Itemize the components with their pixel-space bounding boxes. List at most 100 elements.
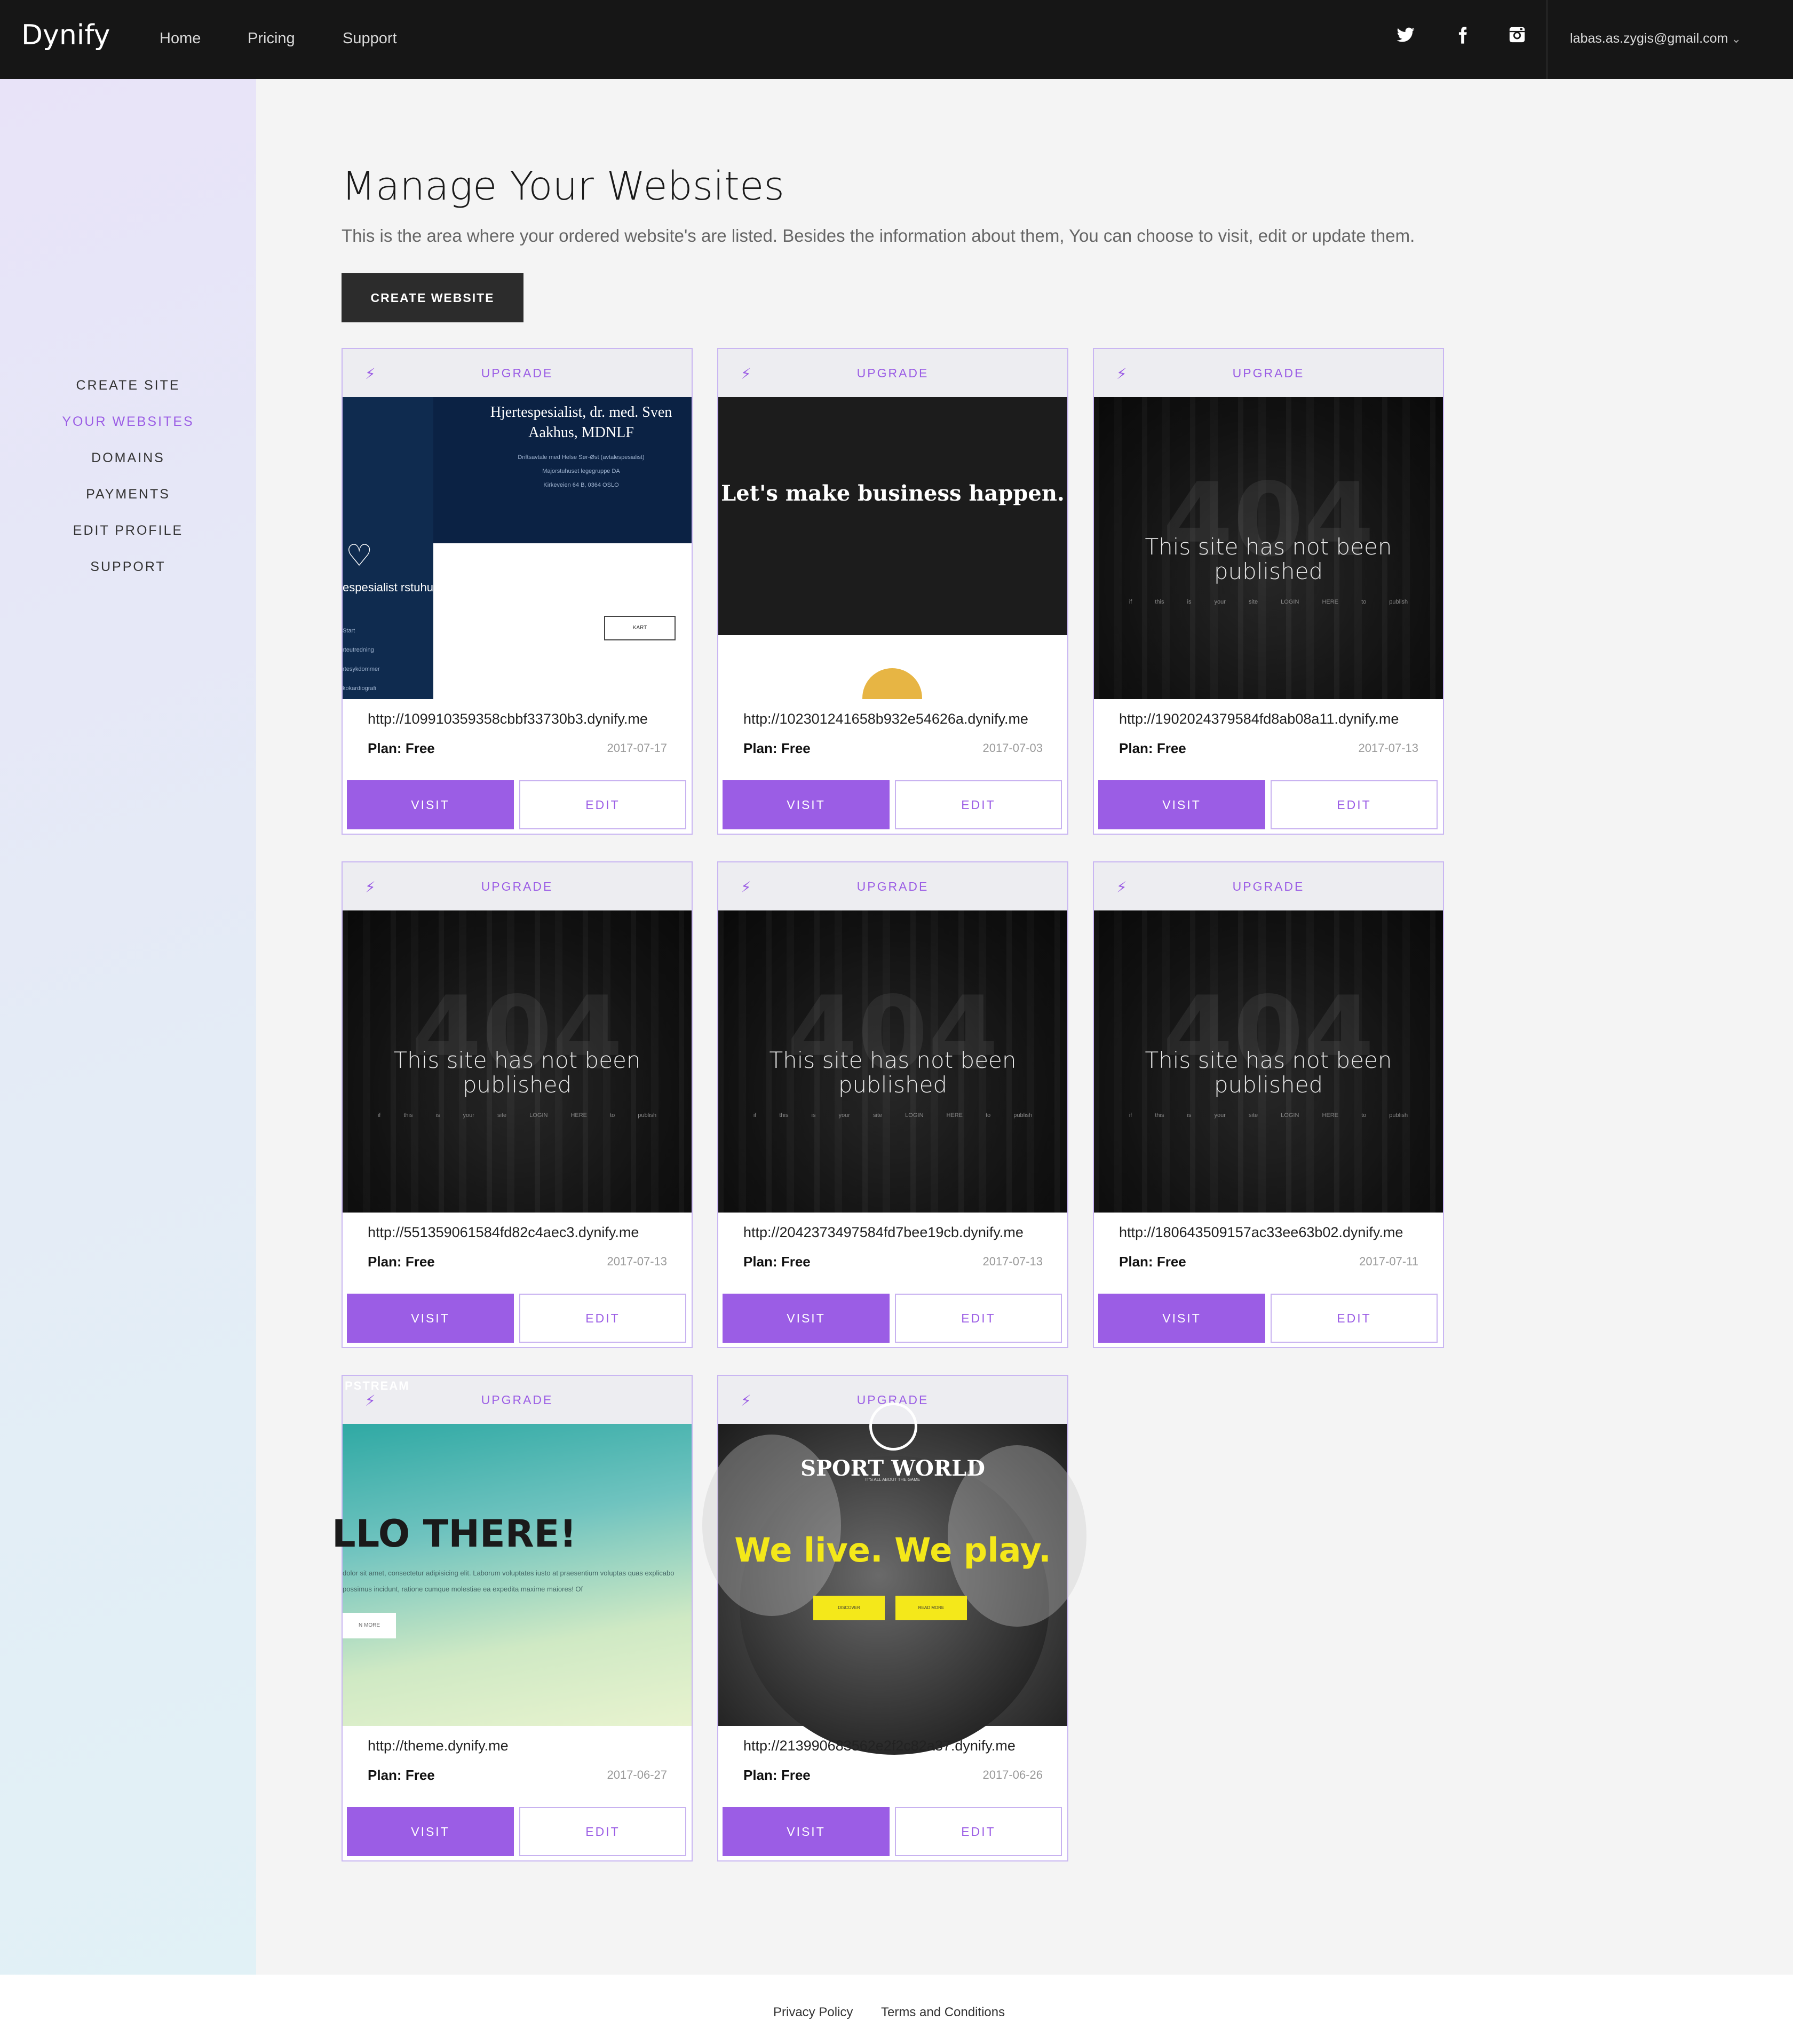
thumb-subtext: Driftsavtale med Helse Sør-Øst (avtalesp… bbox=[518, 454, 645, 488]
thumb-illustration bbox=[862, 668, 922, 699]
website-url: http://1902024379584fd8ab08a11.dynify.me bbox=[1119, 711, 1399, 727]
upgrade-button[interactable]: UPGRADE bbox=[1094, 366, 1443, 381]
plan-info: Plan: Free bbox=[743, 740, 811, 756]
brand-logo[interactable]: Dynify bbox=[21, 19, 110, 51]
create-website-button[interactable]: CREATE WEBSITE bbox=[342, 273, 523, 322]
upgrade-button[interactable]: UPGRADE bbox=[1094, 880, 1443, 894]
plan-info: Plan: Free bbox=[1119, 1254, 1186, 1270]
upgrade-bar: ⚡︎ UPGRADE bbox=[718, 862, 1067, 910]
thumb-body: dolor sit amet, consectetur adipisicing … bbox=[343, 1569, 675, 1593]
website-thumbnail[interactable]: Let's make business happen. bbox=[718, 397, 1067, 699]
nav-pricing[interactable]: Pricing bbox=[248, 30, 295, 47]
basketball-icon bbox=[869, 1403, 917, 1451]
website-url: http://theme.dynify.me bbox=[368, 1738, 509, 1754]
sidebar-item-domains[interactable]: DOMAINS bbox=[0, 450, 256, 466]
website-card: ⚡︎ UPGRADE 404 This site has not been pu… bbox=[1093, 861, 1444, 1348]
website-card: ⚡︎ UPGRADE 404 This site has not been pu… bbox=[342, 861, 693, 1348]
privacy-policy-link[interactable]: Privacy Policy bbox=[773, 2005, 853, 2020]
website-thumbnail[interactable]: 404 This site has not been published if … bbox=[1094, 910, 1443, 1213]
thumb-side-title: espesialist rstuhuset bbox=[343, 581, 449, 594]
thumb-heading: Let's make business happen. bbox=[721, 481, 1065, 506]
created-date: 2017-06-27 bbox=[607, 1768, 667, 1781]
sidebar-item-edit-profile[interactable]: EDIT PROFILE bbox=[0, 523, 256, 538]
website-card: ⚡︎ UPGRADE 404 This site has not been pu… bbox=[1093, 348, 1444, 835]
website-card: ⚡︎ UPGRADE 404 This site has not been pu… bbox=[717, 861, 1068, 1348]
website-url: http://2042373497584fd7bee19cb.dynify.me bbox=[743, 1224, 1024, 1240]
visit-button[interactable]: VISIT bbox=[723, 780, 890, 829]
visit-button[interactable]: VISIT bbox=[1098, 780, 1265, 829]
nav-support[interactable]: Support bbox=[343, 30, 397, 47]
sidebar-item-create-site[interactable]: CREATE SITE bbox=[0, 378, 256, 393]
created-date: 2017-07-13 bbox=[607, 1255, 667, 1268]
thumb-fineprint: if this is your site LOGIN HERE to publi… bbox=[1129, 599, 1408, 605]
plan-info: Plan: Free bbox=[368, 1767, 435, 1783]
chevron-down-icon: ⌄ bbox=[1731, 32, 1741, 45]
page-title: Manage Your Websites bbox=[342, 163, 784, 209]
thumb-read-more-button: READ MORE bbox=[895, 1596, 967, 1620]
visit-button[interactable]: VISIT bbox=[1098, 1294, 1265, 1343]
website-thumbnail[interactable]: PSTREAM LLO THERE! dolor sit amet, conse… bbox=[332, 1379, 692, 1726]
visit-button[interactable]: VISIT bbox=[347, 780, 514, 829]
upgrade-bar: ⚡︎ UPGRADE bbox=[1094, 862, 1443, 910]
edit-button[interactable]: EDIT bbox=[519, 1807, 686, 1856]
website-thumbnail[interactable]: Hjertespesialist, dr. med. Sven Aakhus, … bbox=[343, 397, 692, 699]
twitter-icon[interactable] bbox=[1396, 26, 1417, 47]
website-url: http://102301241658b932e54626a.dynify.me bbox=[743, 711, 1028, 727]
plan-info: Plan: Free bbox=[368, 740, 435, 756]
upgrade-button[interactable]: UPGRADE bbox=[718, 880, 1067, 894]
sidebar-item-support[interactable]: SUPPORT bbox=[0, 559, 256, 575]
edit-button[interactable]: EDIT bbox=[1271, 1294, 1438, 1343]
website-card: ⚡︎ UPGRADE PSTREAM LLO THERE! dolor sit … bbox=[332, 1375, 693, 1861]
sidebar-item-your-websites[interactable]: YOUR WEBSITES bbox=[0, 414, 256, 430]
plan-info: Plan: Free bbox=[1119, 740, 1186, 756]
visit-button[interactable]: VISIT bbox=[723, 1807, 890, 1856]
edit-button[interactable]: EDIT bbox=[895, 780, 1062, 829]
upgrade-bar: ⚡︎ UPGRADE bbox=[343, 862, 692, 910]
created-date: 2017-07-03 bbox=[982, 741, 1043, 755]
edit-button[interactable]: EDIT bbox=[895, 1807, 1062, 1856]
edit-button[interactable]: EDIT bbox=[519, 780, 686, 829]
plan-info: Plan: Free bbox=[743, 1767, 811, 1783]
thumb-heading: LLO THERE! bbox=[332, 1512, 577, 1556]
thumb-tagline: IT'S ALL ABOUT THE GAME bbox=[865, 1477, 921, 1482]
website-card: ⚡︎ UPGRADE SPORT WORLD IT'S ALL ABOUT TH… bbox=[702, 1375, 1086, 1861]
user-menu[interactable]: labas.as.zygis@gmail.com ⌄ bbox=[1570, 31, 1741, 46]
terms-link[interactable]: Terms and Conditions bbox=[881, 2005, 1005, 2020]
edit-button[interactable]: EDIT bbox=[1271, 780, 1438, 829]
nav-home[interactable]: Home bbox=[160, 30, 201, 47]
page-subtitle: This is the area where your ordered webs… bbox=[342, 226, 1415, 245]
upgrade-button[interactable]: UPGRADE bbox=[343, 880, 692, 894]
website-thumbnail[interactable]: 404 This site has not been published if … bbox=[718, 910, 1067, 1213]
created-date: 2017-07-13 bbox=[1358, 741, 1418, 755]
visit-button[interactable]: VISIT bbox=[723, 1294, 890, 1343]
sidebar-item-payments[interactable]: PAYMENTS bbox=[0, 487, 256, 502]
website-thumbnail[interactable]: 404 This site has not been published if … bbox=[1094, 397, 1443, 699]
thumb-button: KART bbox=[604, 616, 676, 640]
website-url: http://109910359358cbbf33730b3.dynify.me bbox=[368, 711, 648, 727]
thumb-fineprint: if this is your site LOGIN HERE to publi… bbox=[753, 1112, 1033, 1119]
website-thumbnail[interactable]: SPORT WORLD IT'S ALL ABOUT THE GAME We l… bbox=[702, 1403, 1086, 1755]
visit-button[interactable]: VISIT bbox=[347, 1294, 514, 1343]
thumb-slogan: We live. We play. bbox=[734, 1531, 1051, 1570]
thumb-message: This site has not been published bbox=[393, 1047, 641, 1098]
thumb-hero bbox=[718, 397, 1067, 635]
edit-button[interactable]: EDIT bbox=[895, 1294, 1062, 1343]
created-date: 2017-07-13 bbox=[982, 1255, 1043, 1268]
instagram-icon[interactable] bbox=[1508, 26, 1529, 47]
footer: Privacy Policy Terms and Conditions bbox=[0, 1975, 1793, 2044]
thumb-discover-button: DISCOVER bbox=[813, 1596, 885, 1620]
thumb-menu: Start rteutredning rtesykdommer kokardio… bbox=[343, 628, 380, 692]
created-date: 2017-07-11 bbox=[1359, 1255, 1418, 1268]
visit-button[interactable]: VISIT bbox=[347, 1807, 514, 1856]
website-thumbnail[interactable]: 404 This site has not been published if … bbox=[343, 910, 692, 1213]
upgrade-button[interactable]: UPGRADE bbox=[343, 1393, 692, 1407]
sidebar: CREATE SITE YOUR WEBSITES DOMAINS PAYMEN… bbox=[0, 79, 256, 1975]
plan-info: Plan: Free bbox=[368, 1254, 435, 1270]
facebook-icon[interactable] bbox=[1454, 26, 1475, 47]
created-date: 2017-07-17 bbox=[607, 741, 667, 755]
edit-button[interactable]: EDIT bbox=[519, 1294, 686, 1343]
upgrade-button[interactable]: UPGRADE bbox=[718, 366, 1067, 381]
website-url: http://213990683562e2f2c82a37.dynify.me bbox=[743, 1738, 1015, 1754]
top-navbar: Dynify Home Pricing Support labas.as.zyg… bbox=[0, 0, 1793, 79]
upgrade-button[interactable]: UPGRADE bbox=[343, 366, 692, 381]
